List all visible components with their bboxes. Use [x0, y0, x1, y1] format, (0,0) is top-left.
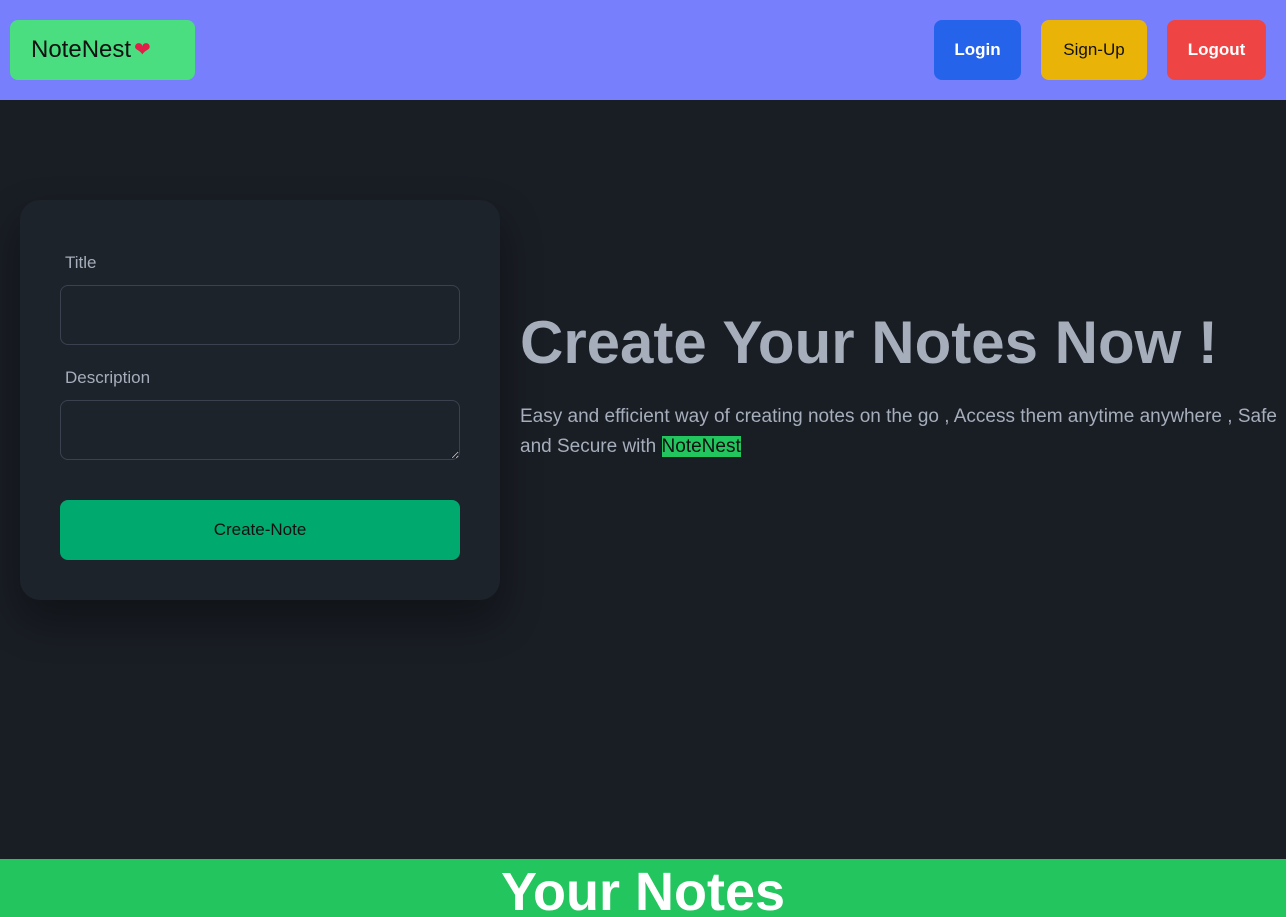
hero-description-text: Easy and efficient way of creating notes… — [520, 406, 1277, 457]
hero-heading: Create Your Notes Now ! — [520, 309, 1218, 376]
create-note-button[interactable]: Create-Note — [60, 500, 460, 560]
login-button[interactable]: Login — [934, 20, 1021, 80]
your-notes-heading: Your Notes — [500, 862, 786, 917]
brand-logo[interactable]: NoteNest ❤ — [10, 20, 195, 80]
navbar: NoteNest ❤ Login Sign-Up Logout — [0, 0, 1286, 100]
title-input[interactable] — [60, 285, 460, 345]
your-notes-section: Your Notes — [0, 859, 1286, 917]
logout-button[interactable]: Logout — [1167, 20, 1266, 80]
hero-description: Easy and efficient way of creating notes… — [520, 402, 1280, 462]
description-input[interactable] — [60, 400, 460, 460]
create-note-form: Title Description Create-Note — [20, 200, 500, 600]
brand-name: NoteNest — [31, 36, 132, 63]
brand-highlight: NoteNest — [661, 436, 741, 457]
heart-icon: ❤ — [134, 39, 151, 61]
title-label: Title — [65, 253, 97, 272]
description-label: Description — [65, 368, 151, 387]
signup-button[interactable]: Sign-Up — [1041, 20, 1147, 80]
